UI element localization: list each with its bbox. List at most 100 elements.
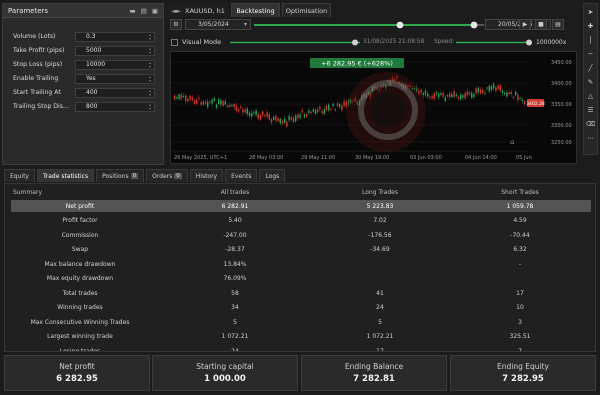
table-cell: 3 <box>518 318 522 326</box>
tab-orders[interactable]: Orders 0 <box>146 169 188 182</box>
table-row[interactable]: Net profit 6 282.91 5 223.83 1 059.78 <box>11 200 591 212</box>
stop-button[interactable]: ■ <box>535 19 547 30</box>
start-date-picker[interactable]: 3/05/2024 <box>185 19 251 30</box>
card-value: 6 282.95 <box>56 374 98 384</box>
minimize-icon[interactable]: ▬ <box>130 7 136 15</box>
crosshair-icon[interactable]: ✚ <box>588 22 593 30</box>
table-cell: 5 <box>233 318 237 326</box>
shapes-icon[interactable]: △ <box>588 92 593 100</box>
table-cell: Losing trades <box>59 347 101 352</box>
tab-history[interactable]: History <box>189 169 224 182</box>
start-trailing-input[interactable]: 400 <box>75 87 155 98</box>
table-cell: - <box>518 260 522 268</box>
report-button[interactable]: ▤ <box>552 19 564 30</box>
card-label: Ending Equity <box>497 362 549 371</box>
cursor-icon[interactable]: ➤ <box>588 8 593 16</box>
param-row-stop-loss: Stop Loss (pips) 10000 <box>13 59 161 70</box>
table-row[interactable]: Max equity drawdown 76.09% <box>11 273 591 285</box>
more-icon[interactable]: ⋯ <box>587 134 594 142</box>
table-row[interactable]: Losing trades 24 17 7 <box>11 345 591 352</box>
tab-label: Events <box>231 172 252 180</box>
table-cell: Max balance drawdown <box>44 260 116 268</box>
speed-value: 1000000x <box>536 39 567 46</box>
tab-equity[interactable]: Equity <box>4 169 35 182</box>
table-row[interactable]: Swap -28.37 -34.69 6.32 <box>11 244 591 256</box>
table-row[interactable]: Total trades 58 41 17 <box>11 287 591 299</box>
progress-track[interactable] <box>230 38 360 47</box>
param-row-volume: Volume (Lots) 0.3 <box>13 31 161 42</box>
table-row[interactable]: Largest winning trade 1 072.21 1 072.21 325… <box>11 331 591 343</box>
home-icon: ⌂ <box>510 138 514 146</box>
ending-balance-card: Ending Balance 7 282.81 <box>301 355 447 391</box>
horizontal-line-icon[interactable]: ─ <box>589 50 593 58</box>
vertical-line-icon[interactable]: │ <box>589 36 593 44</box>
tab-backtesting[interactable]: Backtesting <box>231 3 280 17</box>
table-cell: 1 059.78 <box>506 202 534 210</box>
drawing-toolbar: ➤ ✚ │ ─ ╱ ✎ △ ☰ ⌫ ⋯ <box>583 3 598 155</box>
play-button[interactable]: ▶ <box>519 19 531 30</box>
card-value: 7 282.95 <box>502 374 544 384</box>
net-profit-card: Net profit 6 282.95 <box>4 355 150 391</box>
table-cell: 24 <box>231 347 239 352</box>
table-row[interactable]: Commission -247.00 -176.56 -70.44 <box>11 229 591 241</box>
candlestick-chart[interactable]: +6 282.95 € (+628%) 3450.00 3400.00 3350.0… <box>171 52 577 164</box>
fibonacci-icon[interactable]: ☰ <box>588 106 594 114</box>
stop-loss-input[interactable]: 10000 <box>75 59 155 70</box>
tab-positions[interactable]: Positions 0 <box>96 169 145 182</box>
enable-trailing-select[interactable]: Yes <box>75 73 155 84</box>
table-cell: 7.02 <box>373 217 387 224</box>
tab-label: Trade statistics <box>42 172 89 180</box>
price-tag-label: 3402.28 <box>526 101 545 107</box>
export-icon[interactable]: ▣ <box>152 7 158 15</box>
table-cell: 41 <box>376 289 384 297</box>
param-row-start-trailing: Start Trailing At 400 <box>13 87 161 98</box>
table-row[interactable]: Profit factor 5.40 7.02 4.59 <box>11 215 591 227</box>
symbol-tab[interactable]: ◄► XAUUSD, h1 <box>168 3 228 17</box>
pen-icon[interactable]: ✎ <box>588 78 593 86</box>
tab-label: History <box>195 172 218 180</box>
y-tick-label: 3300.00 <box>551 123 572 129</box>
date-range-slider[interactable] <box>254 20 484 30</box>
table-cell: -176.56 <box>368 231 392 239</box>
card-label: Ending Balance <box>344 362 404 371</box>
table-header: Summary All trades Long Trades Short Tra… <box>11 186 591 198</box>
tab-trade-statistics[interactable]: Trade statistics <box>36 169 95 182</box>
y-axis: 3450.00 3400.00 3350.00 3300.00 3250.00 <box>551 60 572 146</box>
save-icon[interactable]: ▤ <box>141 7 147 15</box>
volume-input[interactable]: 0.3 <box>75 31 155 42</box>
visual-mode-checkbox[interactable] <box>171 39 178 46</box>
table-cell: 6.32 <box>513 246 527 253</box>
table-cell: Swap <box>71 246 89 253</box>
trash-icon[interactable]: ⌫ <box>586 120 595 128</box>
visual-mode-bar: Visual Mode 31/08/2025 21:08:58 Speed: 1… <box>168 36 578 49</box>
slider-handle[interactable] <box>396 21 404 29</box>
column-header: All trades <box>220 188 250 196</box>
settings-button[interactable]: ⚙ <box>170 19 182 30</box>
play-icon: ▶ <box>522 21 528 28</box>
x-axis: 26 May 2025, UTC+1 28 May 03:00 29 May 11:… <box>174 155 532 161</box>
tab-optimisation[interactable]: Optimisation <box>282 3 331 17</box>
trendline-icon[interactable]: ╱ <box>589 64 593 72</box>
ending-equity-card: Ending Equity 7 282.95 <box>450 355 596 391</box>
starting-capital-card: Starting capital 1 000.00 <box>152 355 298 391</box>
visual-mode-label: Visual Mode <box>182 38 222 46</box>
stop-icon: ■ <box>538 21 544 28</box>
table-cell: 1 072.21 <box>366 333 394 340</box>
gear-icon: ⚙ <box>173 21 179 28</box>
table-cell: 325.51 <box>509 333 531 340</box>
take-profit-input[interactable]: 5000 <box>75 45 155 56</box>
trailing-stop-input[interactable]: 800 <box>75 101 155 112</box>
table-cell: -34.69 <box>370 246 390 253</box>
slider-handle[interactable] <box>470 21 478 29</box>
speed-slider[interactable] <box>456 38 532 47</box>
x-tick-label: 03 Jun 03:00 <box>410 155 442 161</box>
table-cell: Max Consecutive Winning Trades <box>30 318 130 326</box>
table-row[interactable]: Max Consecutive Winning Trades 5 5 3 <box>11 316 591 328</box>
tab-logs[interactable]: Logs <box>259 169 286 182</box>
table-cell: Total trades <box>62 289 98 297</box>
table-row[interactable]: Max balance drawdown 13.84% - <box>11 258 591 270</box>
price-chart[interactable]: +6 282.95 € (+628%) 3450.00 3400.00 3350.0… <box>170 51 577 164</box>
table-row[interactable]: Winning trades 34 24 10 <box>11 302 591 314</box>
table-cell: 13.84% <box>223 260 247 268</box>
tab-events[interactable]: Events <box>225 169 258 182</box>
